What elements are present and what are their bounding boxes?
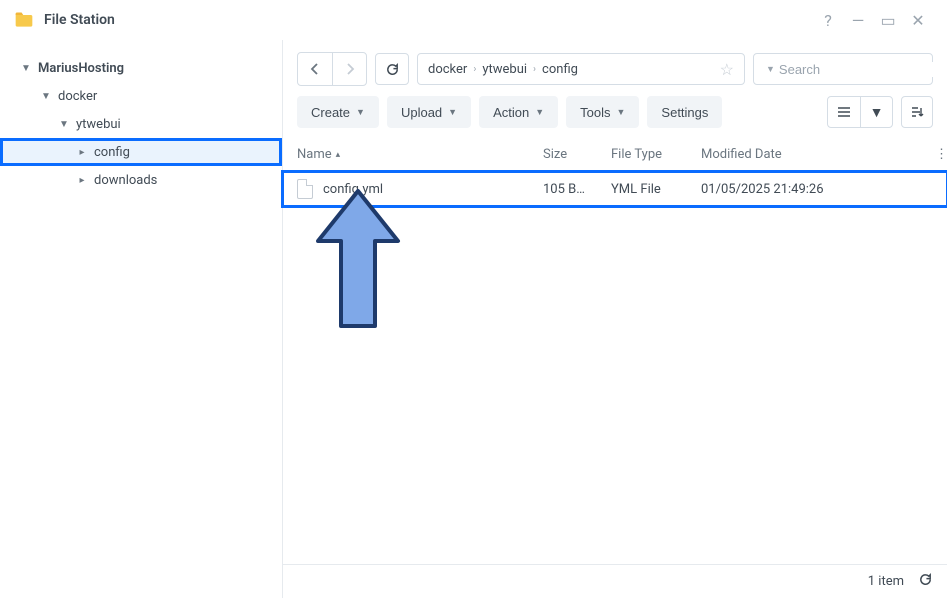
- column-header-type[interactable]: File Type: [599, 147, 689, 162]
- file-date: 01/05/2025 21:49:26: [689, 182, 947, 197]
- button-label: Create: [311, 105, 350, 120]
- chevron-down-icon: ▼: [870, 104, 884, 121]
- settings-button[interactable]: Settings: [647, 96, 722, 128]
- chevron-right-icon[interactable]: ▸: [76, 175, 88, 186]
- tree-item-label: downloads: [94, 173, 157, 188]
- tree-item-label: config: [94, 145, 130, 160]
- back-button[interactable]: [298, 53, 332, 85]
- table-row[interactable]: config.yml 105 B… YML File 01/05/2025 21…: [283, 172, 947, 206]
- refresh-button[interactable]: [375, 53, 409, 85]
- column-options-icon[interactable]: ⋮: [923, 147, 947, 162]
- chevron-down-icon[interactable]: ▼: [766, 64, 775, 75]
- forward-button[interactable]: [332, 53, 366, 85]
- chevron-down-icon[interactable]: ▼: [40, 91, 52, 102]
- action-button[interactable]: Action ▼: [479, 96, 558, 128]
- reload-button[interactable]: [918, 572, 933, 591]
- status-bar: 1 item: [283, 564, 947, 598]
- view-dropdown-button[interactable]: ▼: [860, 97, 892, 127]
- app-title: File Station: [44, 12, 813, 28]
- file-type: YML File: [599, 182, 689, 197]
- button-label: Tools: [580, 105, 610, 120]
- file-size: 105 B…: [531, 182, 599, 197]
- tree-root-label: MariusHosting: [38, 61, 124, 76]
- search-input[interactable]: [779, 62, 947, 77]
- favorite-star-icon[interactable]: ☆: [720, 60, 734, 79]
- tree-item-label: docker: [58, 89, 97, 104]
- chevron-down-icon: ▼: [448, 107, 457, 117]
- nav-back-forward: [297, 52, 367, 86]
- column-header-name[interactable]: Name▴: [283, 147, 531, 162]
- help-icon[interactable]: ?: [813, 11, 843, 30]
- tree-item-ytwebui[interactable]: ▼ ytwebui: [0, 110, 282, 138]
- minimize-icon[interactable]: —: [843, 11, 873, 30]
- file-name: config.yml: [323, 182, 383, 197]
- breadcrumb-segment[interactable]: ytwebui: [482, 62, 527, 77]
- annotation-arrow-icon: [303, 186, 413, 336]
- close-icon[interactable]: ✕: [903, 11, 933, 30]
- sort-icon: [910, 105, 924, 119]
- column-header-size[interactable]: Size: [531, 147, 599, 162]
- tree-root[interactable]: ▼ MariusHosting: [0, 54, 282, 82]
- file-icon: [297, 179, 313, 199]
- chevron-down-icon[interactable]: ▼: [58, 119, 70, 130]
- chevron-down-icon: ▼: [617, 107, 626, 117]
- chevron-right-icon: ›: [473, 64, 476, 75]
- breadcrumb: docker › ytwebui › config ☆: [417, 53, 745, 85]
- column-header-date[interactable]: Modified Date: [689, 147, 923, 162]
- breadcrumb-segment[interactable]: config: [542, 62, 578, 77]
- chevron-down-icon: ▼: [535, 107, 544, 117]
- refresh-icon: [385, 62, 400, 77]
- chevron-down-icon: ▼: [356, 107, 365, 117]
- upload-button[interactable]: Upload ▼: [387, 96, 471, 128]
- button-label: Upload: [401, 105, 442, 120]
- refresh-icon: [918, 572, 933, 587]
- maximize-icon[interactable]: ▭: [873, 11, 903, 30]
- title-bar: File Station ? — ▭ ✕: [0, 0, 947, 40]
- chevron-right-icon: ›: [533, 64, 536, 75]
- tools-button[interactable]: Tools ▼: [566, 96, 639, 128]
- button-label: Settings: [661, 105, 708, 120]
- table-header: Name▴ Size File Type Modified Date ⋮: [283, 138, 947, 172]
- tree-item-label: ytwebui: [76, 117, 121, 132]
- sort-asc-icon: ▴: [336, 150, 341, 160]
- folder-tree: ▼ MariusHosting ▼ docker ▼ ytwebui ▸ con…: [0, 40, 283, 598]
- button-label: Action: [493, 105, 529, 120]
- sort-button[interactable]: [901, 96, 933, 128]
- breadcrumb-segment[interactable]: docker: [428, 62, 467, 77]
- search-box[interactable]: ▼: [753, 53, 933, 85]
- list-icon: [837, 105, 851, 119]
- chevron-right-icon: [344, 63, 356, 75]
- app-folder-icon: [14, 10, 34, 30]
- chevron-right-icon[interactable]: ▸: [76, 147, 88, 158]
- item-count: 1 item: [868, 574, 904, 589]
- tree-item-downloads[interactable]: ▸ downloads: [0, 166, 282, 194]
- tree-item-config[interactable]: ▸ config: [0, 138, 282, 166]
- chevron-down-icon[interactable]: ▼: [20, 63, 32, 74]
- chevron-left-icon: [309, 63, 321, 75]
- list-view-button[interactable]: [828, 97, 860, 127]
- tree-item-docker[interactable]: ▼ docker: [0, 82, 282, 110]
- view-mode-group: ▼: [827, 96, 893, 128]
- create-button[interactable]: Create ▼: [297, 96, 379, 128]
